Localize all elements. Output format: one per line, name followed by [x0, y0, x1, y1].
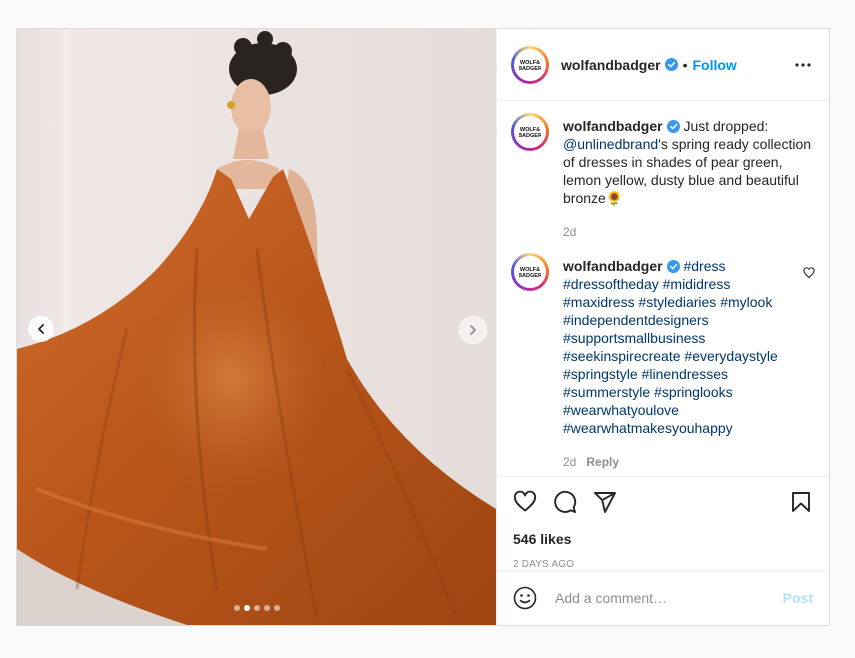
hashtag-link[interactable]: #dress: [683, 258, 725, 274]
post-photo[interactable]: [17, 29, 496, 625]
chevron-right-icon: [470, 325, 476, 335]
carousel-indicator: [17, 605, 496, 611]
comment-avatar[interactable]: WOLF& BADGER: [511, 253, 549, 291]
comment-input[interactable]: [553, 589, 783, 607]
svg-text:BADGER: BADGER: [519, 273, 541, 279]
caption: WOLF& BADGER wolfandbadger Just dropped:…: [511, 113, 815, 241]
carousel-next-button[interactable]: [459, 316, 487, 344]
paper-plane-icon[interactable]: [593, 490, 617, 514]
carousel-dot: [253, 605, 260, 611]
more-dots-icon: [795, 62, 811, 67]
follow-button[interactable]: Follow: [692, 57, 736, 73]
sunflower-emoji: 🌻: [605, 190, 624, 206]
verified-badge-icon: [666, 120, 680, 133]
post-actions: 546 likes 2 DAYS AGO: [497, 476, 829, 570]
comment-time[interactable]: 2d: [563, 455, 576, 469]
brand-logo-icon: WOLF& BADGER: [519, 60, 541, 72]
brand-logo-icon: WOLF& BADGER: [519, 267, 541, 279]
post-timestamp[interactable]: 2 DAYS AGO: [513, 559, 813, 570]
hashtag-link[interactable]: #supportsmallbusiness: [563, 330, 705, 346]
header-separator: •: [682, 56, 688, 73]
brand-logo-icon: WOLF& BADGER: [519, 127, 541, 139]
hashtag-link[interactable]: #everydaystyle: [684, 348, 777, 364]
hashtag-link[interactable]: #springstyle: [563, 366, 638, 382]
caption-mention-link[interactable]: @unlinedbrand: [563, 136, 658, 152]
svg-text:BADGER: BADGER: [519, 66, 541, 72]
hashtag-link[interactable]: #maxidress: [563, 294, 635, 310]
hashtag-link[interactable]: #wearwhatyoulove: [563, 402, 679, 418]
comment-username[interactable]: wolfandbadger: [563, 258, 663, 274]
like-count[interactable]: 546 likes: [513, 531, 813, 547]
comments-list[interactable]: WOLF& BADGER wolfandbadger Just dropped:…: [497, 101, 829, 476]
hashtag-link[interactable]: #independentdesigners: [563, 312, 709, 328]
post-comment-button[interactable]: Post: [783, 590, 813, 606]
caption-username[interactable]: wolfandbadger: [563, 118, 663, 134]
more-options-button[interactable]: [791, 53, 815, 77]
comment: WOLF& BADGER wolfandbadger #dress #dress…: [511, 253, 815, 471]
comment-like-heart-icon[interactable]: [803, 267, 815, 279]
verified-badge-icon: [664, 58, 678, 71]
chevron-left-icon: [38, 324, 44, 334]
post-header: WOLF& BADGER wolfandbadger • Follow: [497, 29, 829, 101]
hashtag-link[interactable]: #dressoftheday: [563, 276, 659, 292]
add-comment-bar: Post: [497, 570, 829, 625]
carousel-dot: [243, 605, 250, 611]
instagram-post: WOLF& BADGER wolfandbadger • Follow WOLF…: [16, 28, 830, 626]
carousel-dot: [273, 605, 280, 611]
hashtag-link[interactable]: #mylook: [720, 294, 772, 310]
reply-button[interactable]: Reply: [586, 455, 619, 469]
hashtag-link[interactable]: #wearwhatmakesyouhappy: [563, 420, 733, 436]
verified-badge-icon: [666, 260, 680, 273]
carousel-dot: [233, 605, 240, 611]
hashtag-link[interactable]: #summerstyle: [563, 384, 650, 400]
header-username[interactable]: wolfandbadger: [561, 57, 661, 73]
bookmark-icon[interactable]: [789, 490, 813, 514]
post-details-panel: WOLF& BADGER wolfandbadger • Follow WOLF…: [496, 29, 829, 625]
avatar[interactable]: WOLF& BADGER: [511, 45, 549, 84]
hashtag-link[interactable]: #springlooks: [654, 384, 733, 400]
carousel-prev-button[interactable]: [28, 316, 54, 342]
smiley-icon[interactable]: [513, 586, 537, 610]
hashtag-link[interactable]: #linendresses: [642, 366, 728, 382]
caption-text-start: Just dropped:: [683, 118, 769, 134]
caption-avatar[interactable]: WOLF& BADGER: [511, 113, 549, 151]
heart-icon[interactable]: [513, 490, 537, 514]
hashtag-link[interactable]: #mididress: [663, 276, 731, 292]
hashtag-link[interactable]: #stylediaries: [638, 294, 716, 310]
caption-time[interactable]: 2d: [563, 225, 576, 239]
dress-photo-illustration: [17, 29, 496, 625]
hashtag-link[interactable]: #seekinspirecreate: [563, 348, 681, 364]
comment-bubble-icon[interactable]: [553, 490, 577, 514]
svg-text:BADGER: BADGER: [519, 133, 541, 139]
carousel-dot: [263, 605, 270, 611]
